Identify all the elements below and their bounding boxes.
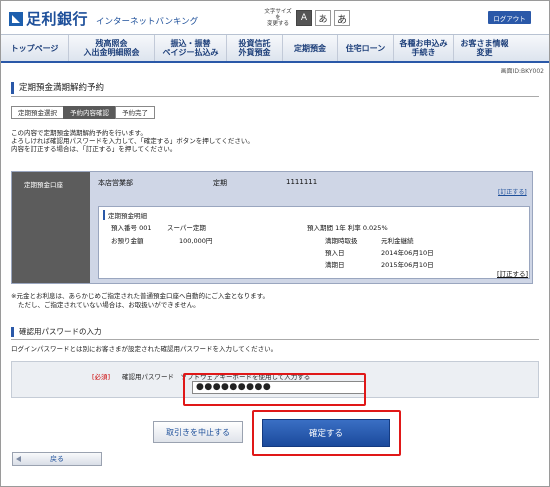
password-section-description: ログインパスワードとは別にお客さまが設定された確認用パスワードを入力してください… (11, 345, 278, 353)
password-section-title: 確認用パスワードの入力 (11, 327, 102, 337)
header: 足利銀行 インターネットバンキング 文字サイズを 変更する A あ あ ログアウ… (1, 1, 549, 34)
account-number: 1111111 (286, 178, 318, 186)
page-title: 定期預金満期解約予約 (11, 82, 104, 94)
nav-housing-loan[interactable]: 住宅ローン (338, 35, 394, 61)
account-table: 定期預金口座 本店営業部 定期 1111111 [訂正する] 定期預金明細 預入… (11, 171, 533, 284)
step-complete: 予約完了 (115, 106, 155, 119)
service-name: インターネットバンキング (96, 17, 199, 27)
detail-title: 定期預金明細 (103, 210, 147, 220)
nav-investment[interactable]: 投資信託 外貨預金 (227, 35, 283, 61)
bank-logo-icon (9, 11, 23, 26)
maturity-date-value: 2015年06月10日 (381, 261, 434, 269)
title-divider (11, 96, 539, 97)
logout-button[interactable]: ログアウト (488, 11, 531, 24)
password-highlight (183, 373, 366, 406)
deposit-detail: 定期預金明細 預入番号 001 スーパー定期 預入期間 1年 利率 0.025%… (98, 206, 530, 279)
nav-customer-info[interactable]: お客さま情報 変更 (454, 35, 515, 61)
deposit-date-value: 2014年06月10日 (381, 249, 434, 257)
nav-balance[interactable]: 残高照会 入出金明細照会 (69, 35, 155, 61)
required-badge: [必須] (92, 373, 111, 381)
font-size-small-button[interactable]: A (296, 10, 312, 26)
account-edit-link[interactable]: [訂正する] (498, 187, 527, 196)
step-select: 定期預金選択 (11, 106, 64, 119)
notes: ※元金とお利息は、あらかじめご指定された普通預金口座へ自動的にご入金となります。… (11, 292, 269, 309)
detail-edit-link[interactable]: [訂正する] (497, 268, 528, 278)
amount-value: 100,000円 (179, 237, 213, 245)
font-size-large-button[interactable]: あ (334, 10, 350, 26)
account-label: 定期預金口座 (12, 172, 90, 283)
amount-label: お預り金額 (111, 237, 144, 245)
deposit-number: 預入番号 001 (111, 224, 152, 232)
nav-applications[interactable]: 各種お申込み 手続き (394, 35, 454, 61)
maturity-method-label: 満期時取扱 (325, 237, 358, 245)
progress-steps: 定期預金選択 予約内容確認 予約完了 (11, 106, 155, 119)
deposit-date-label: 預入日 (325, 249, 345, 257)
cancel-transaction-button[interactable]: 取引きを中止する (153, 421, 243, 443)
font-size-switcher: 文字サイズを 変更する A あ あ (263, 9, 350, 27)
step-confirm: 予約内容確認 (63, 106, 116, 119)
intro-text: この内容で定期預金満期解約予約を行います。 よろしければ確認用パスワードを入力し… (11, 129, 254, 153)
nav-time-deposit[interactable]: 定期預金 (283, 35, 338, 61)
account-type: 定期 (213, 179, 227, 187)
bank-logo[interactable]: 足利銀行 インターネットバンキング (9, 8, 198, 29)
maturity-method-value: 元利金継続 (381, 237, 414, 245)
maturity-date-label: 満期日 (325, 261, 345, 269)
font-size-medium-button[interactable]: あ (315, 10, 331, 26)
product-name: スーパー定期 (167, 224, 206, 232)
password-section-divider (11, 339, 539, 340)
back-button[interactable]: 戻る (12, 452, 102, 466)
font-size-label: 文字サイズを 変更する (264, 9, 292, 27)
global-nav: トップページ 残高照会 入出金明細照会 振込・振替 ペイジー払込み 投資信託 外貨預金… (1, 34, 549, 63)
bank-name: 足利銀行 (26, 10, 89, 28)
nav-transfer[interactable]: 振込・振替 ペイジー払込み (155, 35, 227, 61)
account-branch: 本店営業部 (98, 179, 133, 187)
screen-id: 画面ID:BKY002 (500, 68, 544, 75)
nav-top[interactable]: トップページ (1, 35, 69, 61)
confirm-highlight (252, 410, 401, 456)
term-and-rate: 預入期間 1年 利率 0.025% (307, 224, 388, 232)
